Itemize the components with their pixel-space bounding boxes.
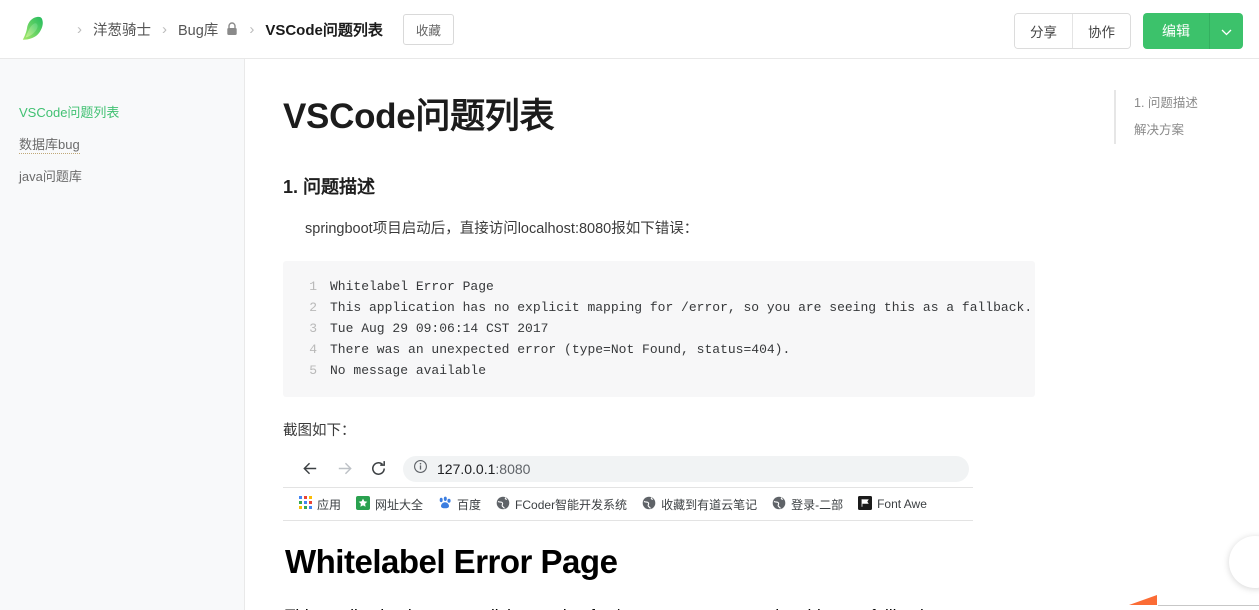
globe-icon [772, 496, 786, 513]
sidebar-item-database-bug[interactable]: 数据库bug [0, 129, 244, 161]
edit-dropdown-button[interactable] [1209, 13, 1243, 49]
code-line-number: 4 [309, 342, 317, 358]
breadcrumb-separator-1: › [162, 20, 167, 38]
bookmark-label: 百度 [457, 497, 482, 512]
url-host: 127.0.0.1 [437, 460, 496, 477]
floating-action-button[interactable] [1229, 536, 1259, 588]
bookmark-login-dept2[interactable]: 登录-二部 [766, 493, 849, 516]
flag-icon [858, 495, 873, 513]
sidebar-item-vscode-issues[interactable]: VSCode问题列表 [0, 97, 244, 129]
code-line: 2 This application has no explicit mappi… [297, 297, 1032, 318]
code-line-text: No message available [330, 363, 487, 379]
section-heading-problem: 1. 问题描述 [283, 176, 376, 197]
code-line-text: Tue Aug 29 09:06:14 CST 2017 [330, 321, 549, 337]
bookmark-apps[interactable]: 应用 [293, 493, 347, 516]
share-button[interactable]: 分享 [1015, 14, 1072, 48]
apps-grid-icon [299, 496, 312, 512]
code-line-number: 2 [309, 300, 317, 316]
breadcrumb-separator-2: › [249, 20, 255, 38]
document-area: VSCode问题列表 1. 问题描述 springboot项目启动后，直接访问l… [245, 59, 1259, 610]
top-bar: › 洋葱骑士 › Bug库 › VSCode问题列表 收藏 分享 协作 编辑 [0, 0, 1259, 59]
bookmark-label: FCoder智能开发系统 [515, 497, 628, 512]
code-line-number: 1 [309, 279, 317, 295]
sidebar-item-java-issues[interactable]: java问题库 [0, 161, 244, 193]
orange-arrow-decoration [1129, 595, 1157, 605]
back-arrow-icon[interactable] [293, 459, 327, 478]
breadcrumb-item-1[interactable]: Bug库 [178, 19, 218, 40]
globe-icon [496, 496, 510, 513]
code-line: 4 There was an unexpected error (type=No… [297, 339, 1017, 360]
url-port: :8080 [495, 460, 531, 477]
bookmark-label: Font Awe [877, 497, 927, 512]
sidebar-item-label: VSCode问题列表 [19, 105, 120, 120]
code-line-number: 5 [309, 363, 317, 379]
code-line-text: There was an unexpected error (type=Not … [330, 342, 791, 358]
bookmark-youdao-note[interactable]: 收藏到有道云笔记 [636, 493, 763, 516]
info-circle-icon[interactable] [413, 459, 428, 479]
sidebar-item-label: java问题库 [19, 169, 82, 184]
share-collab-group: 分享 协作 [1014, 13, 1131, 49]
error-page-body: This application has no explicit mapping… [285, 606, 973, 610]
chevron-down-icon [1221, 24, 1232, 39]
page-title: VSCode问题列表 [283, 97, 555, 136]
table-of-contents: 1. 问题描述 解决方案 [1114, 90, 1198, 144]
breadcrumb-separator-0: › [77, 20, 82, 38]
code-line: 3 Tue Aug 29 09:06:14 CST 2017 [297, 318, 1017, 339]
breadcrumb: › 洋葱骑士 › Bug库 › VSCode问题列表 收藏 [66, 13, 454, 45]
bookmark-font-awesome[interactable]: Font Awe [852, 493, 933, 516]
favorite-button[interactable]: 收藏 [402, 13, 454, 45]
code-line-text: Whitelabel Error Page [330, 279, 494, 295]
bookmarks-bar: 应用 网址大全 百度 FCoder智能开发系统 收藏到有道云笔记 登录-二部 F… [283, 488, 973, 522]
code-line: 1 Whitelabel Error Page [297, 276, 1017, 297]
edit-button-group: 编辑 [1143, 13, 1243, 49]
url-input[interactable]: 127.0.0.1:8080 [403, 455, 969, 482]
breadcrumb-item-2: VSCode问题列表 [265, 21, 383, 39]
toc-item-problem[interactable]: 1. 问题描述 [1134, 90, 1198, 117]
bottom-divider [1158, 605, 1259, 606]
hao123-icon [356, 495, 371, 513]
lock-icon [226, 22, 238, 36]
code-line-text: This application has no explicit mapping… [330, 300, 1033, 316]
error-page-title: Whitelabel Error Page [285, 543, 618, 581]
reload-icon[interactable] [361, 459, 395, 478]
bookmark-label: 应用 [317, 497, 342, 512]
embedded-browser-screenshot: 127.0.0.1:8080 应用 网址大全 百度 FCoder智能开发系统 收… [283, 450, 973, 610]
bookmark-label: 登录-二部 [791, 497, 844, 512]
globe-icon [642, 496, 656, 513]
shimo-bird-logo[interactable] [18, 12, 52, 46]
code-line-number: 3 [309, 321, 317, 337]
top-bar-actions: 分享 协作 编辑 [1014, 13, 1243, 49]
bookmark-baidu[interactable]: 百度 [432, 493, 487, 516]
bookmark-fcoder[interactable]: FCoder智能开发系统 [490, 493, 633, 516]
bookmark-label: 网址大全 [375, 497, 424, 512]
code-line: 5 No message available [297, 360, 1017, 381]
baidu-paw-icon [438, 496, 452, 513]
forward-arrow-icon[interactable] [327, 459, 361, 478]
bookmark-hao123[interactable]: 网址大全 [350, 493, 429, 516]
edit-button[interactable]: 编辑 [1143, 13, 1209, 49]
breadcrumb-item-0[interactable]: 洋葱骑士 [93, 19, 151, 40]
collaborate-button[interactable]: 协作 [1072, 14, 1130, 48]
problem-paragraph: springboot项目启动后，直接访问localhost:8080报如下错误： [305, 220, 699, 237]
sidebar: VSCode问题列表 数据库bug java问题库 [0, 59, 245, 610]
url-text: 127.0.0.1:8080 [437, 461, 530, 477]
sidebar-item-label: 数据库bug [19, 137, 80, 154]
bookmark-label: 收藏到有道云笔记 [661, 497, 758, 512]
code-block: 1 Whitelabel Error Page 2 This applicati… [283, 261, 1035, 398]
screenshot-caption: 截图如下： [283, 423, 356, 440]
browser-page-content: Whitelabel Error Page This application h… [283, 521, 973, 610]
browser-address-bar: 127.0.0.1:8080 [283, 450, 973, 489]
toc-item-solution[interactable]: 解决方案 [1134, 117, 1198, 144]
